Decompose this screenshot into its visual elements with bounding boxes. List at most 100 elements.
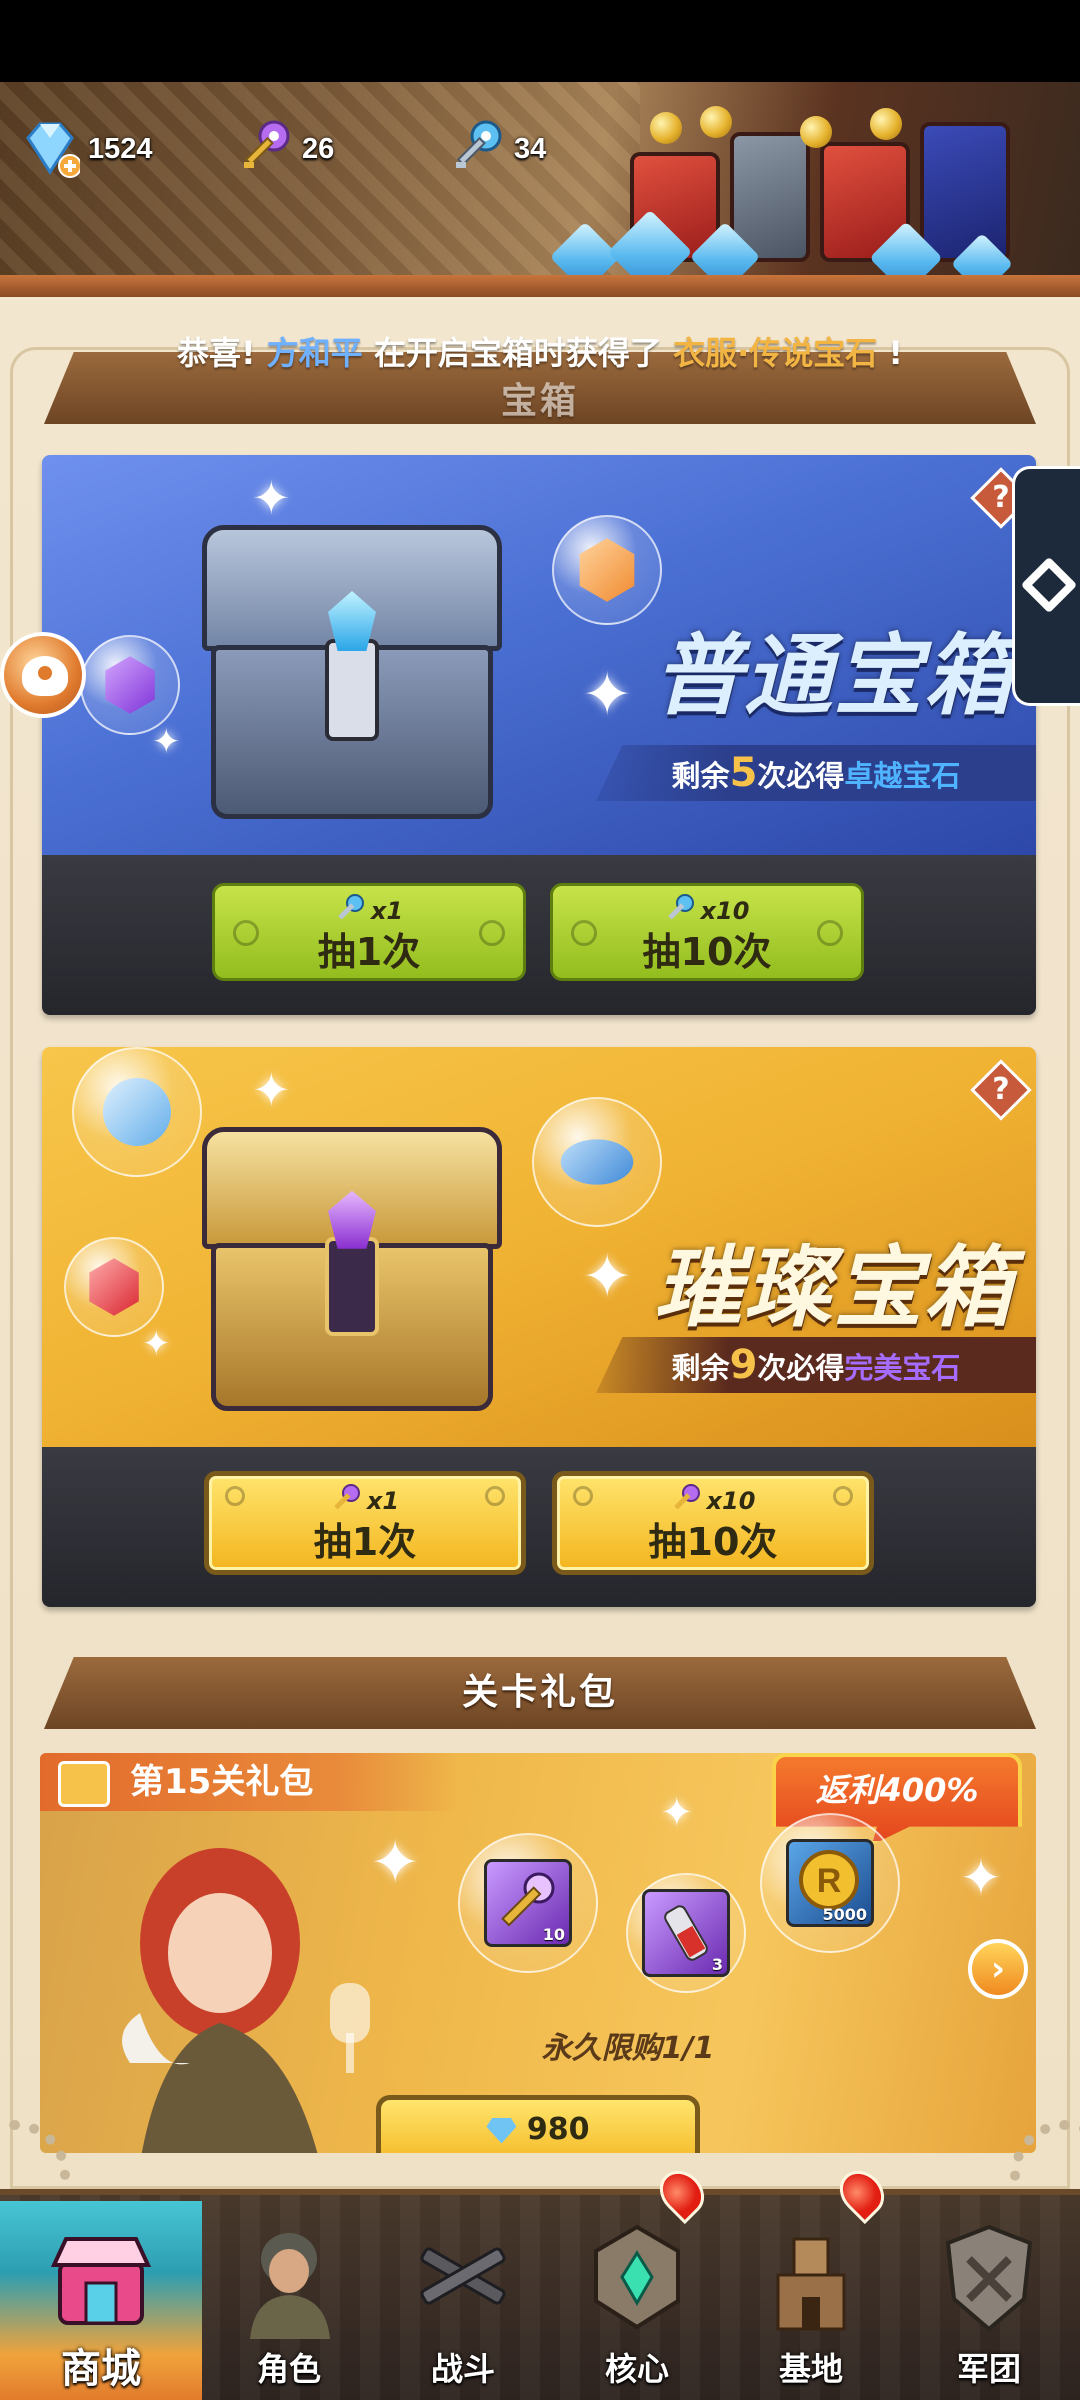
potion-item-icon: 3 [642,1889,730,1977]
shop-icon [46,2219,156,2339]
next-pack-button[interactable]: › [968,1939,1028,1999]
stage-pack-section-title: 关卡礼包 [461,1672,618,1713]
reward-announcement: 恭喜! 方和平 在开启宝箱时获得了 衣服·传说宝石 ! [0,322,1080,384]
nav-label: 商城 [61,2346,141,2392]
key-qty: x1 [370,897,404,925]
premium-chest-remain: 剩余9次必得完美宝石 [596,1337,1036,1393]
diamond-plus-icon[interactable] [18,118,82,180]
purple-key-counter: 26 [236,118,434,180]
announcement-reward: 衣服·传说宝石 [673,334,878,372]
diamond-count: 1524 [88,132,153,165]
orange-gem-bubble [552,515,662,625]
remain-reward: 完美宝石 [844,1351,961,1385]
premium-draw-10-button[interactable]: x10 抽10次 [552,1471,874,1575]
chef-character-bubble [72,1047,202,1177]
premium-chest-title: 璀璨宝箱 [653,1236,1014,1339]
draw-label: 抽10次 [642,930,772,974]
draw-label: 抽1次 [313,1520,417,1564]
key-qty: x1 [366,1487,400,1515]
red-gem-bubble [64,1237,164,1337]
remain-middle: 次必得 [757,1351,845,1385]
premium-chest-help-button[interactable]: ? [970,1059,1032,1121]
remain-count: 5 [729,750,758,796]
svg-text:R: R [817,1862,842,1900]
premium-chest-card: ✦ ✦ ✦ 璀璨宝箱 剩余9次必得完美宝石 ? x1 抽1次 x10 抽10次 [42,1047,1036,1607]
nav-shop[interactable]: 商城 [0,2201,202,2400]
nav-base[interactable]: 基地 [724,2161,898,2400]
key-qty: x10 [700,897,750,925]
common-chest-art: ✦ ✦ ✦ 普通宝箱 剩余5次必得卓越宝石 ? [42,455,1036,855]
remain-reward: 卓越宝石 [844,759,961,793]
legion-shield-icon [934,2219,1044,2339]
stage-pack-name: 第15关礼包 [130,1762,314,1802]
diamond-icon [486,2117,517,2144]
gift-icon [58,1761,110,1807]
purple-gem-bubble [80,635,180,735]
purple-key-icon [331,1483,361,1519]
nav-character[interactable]: 角色 [202,2201,376,2400]
announcement-middle: 在开启宝箱时获得了 [373,334,662,372]
blue-key-icon [335,893,365,929]
purple-key-count: 26 [302,132,335,165]
blue-key-icon [665,893,695,929]
nav-label: 军团 [956,2350,1021,2388]
item-qty: 5000 [822,1905,867,1924]
common-draw-1-button[interactable]: x1 抽1次 [212,883,526,981]
core-icon [582,2219,692,2339]
pack-price: 980 [526,2112,590,2147]
nav-label: 核心 [604,2350,669,2388]
stage-pack-ribbon: 关卡礼包 [44,1657,1036,1729]
floating-assistant-button[interactable] [0,632,86,718]
purple-key-item-icon: 10 [484,1859,572,1947]
nav-core[interactable]: 核心 [550,2161,724,2400]
remain-prefix: 剩余 [671,759,730,793]
diamond-counter[interactable]: 1524 [18,118,216,180]
purple-key-icon [236,118,294,180]
nav-label: 角色 [256,2350,321,2388]
premium-chest-icon [202,1127,502,1417]
common-chest-remain: 剩余5次必得卓越宝石 [596,745,1036,801]
blue-key-icon [448,118,506,180]
status-bar [0,0,1080,82]
nav-label: 基地 [778,2350,843,2388]
remain-middle: 次必得 [757,759,845,793]
item-qty: 10 [542,1925,565,1944]
soldier-icon [234,2219,344,2339]
header-banner [0,82,1080,297]
blue-key-count: 34 [514,132,547,165]
common-chest-icon [202,525,502,825]
key-qty: x10 [706,1487,756,1515]
buy-pack-button[interactable]: 980 [376,2095,700,2153]
premium-draw-1-button[interactable]: x1 抽1次 [204,1471,526,1575]
common-chest-card: ✦ ✦ ✦ 普通宝箱 剩余5次必得卓越宝石 ? x1 抽1次 x10 抽10次 [42,455,1036,1015]
announcement-suffix: ! [888,334,903,372]
purple-key-icon [671,1483,701,1519]
common-chest-title: 普通宝箱 [653,624,1014,727]
premium-chest-art: ✦ ✦ ✦ 璀璨宝箱 剩余9次必得完美宝石 ? [42,1047,1036,1447]
side-menu-tab[interactable] [1012,466,1080,706]
item-qty: 3 [711,1955,723,1974]
gold-coin-item-icon: R 5000 [786,1839,874,1927]
rebate-text: 返利400% [815,1771,979,1809]
treasure-map-art [0,82,640,297]
purchase-limit: 永久限购1/1 [541,2031,715,2066]
common-draw-10-button[interactable]: x10 抽10次 [550,883,864,981]
nav-battle[interactable]: 战斗 [376,2201,550,2400]
announcement-prefix: 恭喜! [177,334,256,372]
stage-pack-card[interactable]: ✦ ✦ ✦ 第15关礼包 返利400% 10 3 R 5000 永久限购1/1 … [40,1753,1036,2153]
common-chest-button-bar: x1 抽1次 x10 抽10次 [42,855,1036,1015]
drone-bubble [532,1097,662,1227]
draw-label: 抽1次 [317,930,421,974]
remain-count: 9 [729,1342,758,1388]
announcement-player: 方和平 [266,334,363,372]
currency-bar: 1524 26 34 [18,118,646,180]
crossed-guns-icon [408,2219,518,2339]
base-tower-icon [756,2219,866,2339]
premium-chest-button-bar: x1 抽1次 x10 抽10次 [42,1447,1036,1607]
draw-label: 抽10次 [648,1520,778,1564]
nav-legion[interactable]: 军团 [898,2201,1080,2400]
blue-key-counter: 34 [448,118,646,180]
banner-trim [0,275,1080,297]
nav-label: 战斗 [430,2350,495,2388]
remain-prefix: 剩余 [671,1351,730,1385]
